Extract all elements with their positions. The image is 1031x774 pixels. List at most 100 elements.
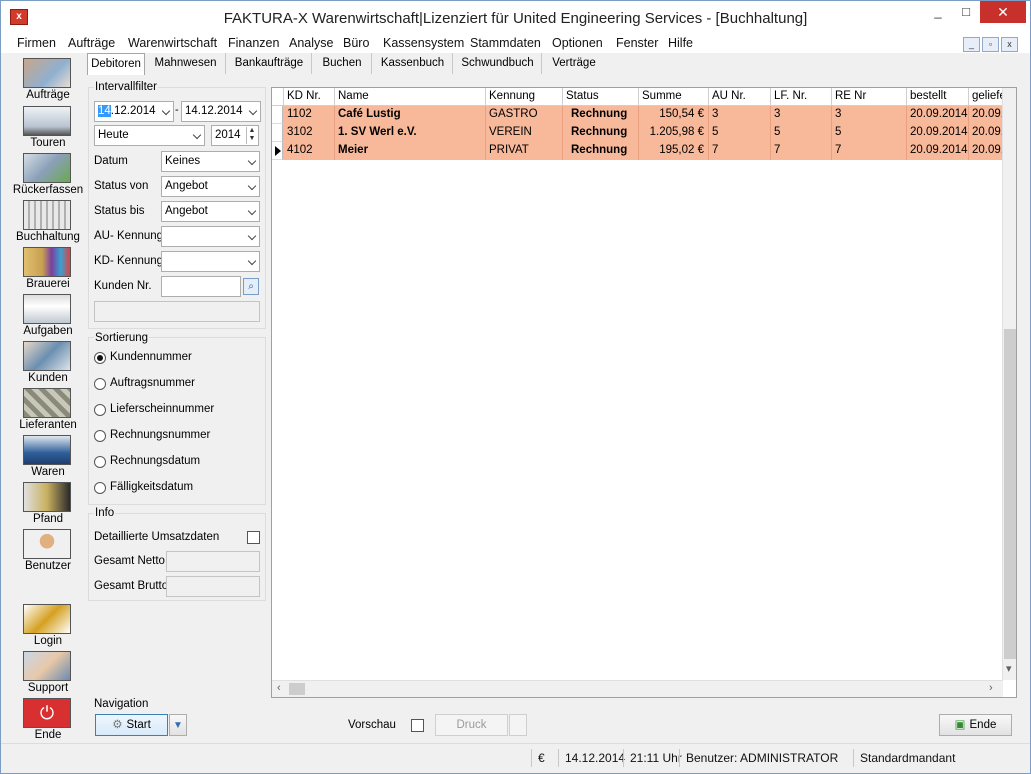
- toolbar-kunden-button[interactable]: Kunden: [3, 339, 89, 385]
- sort-radio-rechnungsnummer[interactable]: [94, 430, 106, 442]
- scroll-right-arrow-icon[interactable]: ›: [989, 682, 993, 694]
- datum-select[interactable]: Keines: [161, 151, 260, 172]
- toolbar-brauerei-button[interactable]: Brauerei: [3, 245, 89, 291]
- kunden-nr-input[interactable]: [161, 276, 241, 297]
- scroll-left-arrow-icon[interactable]: ‹: [277, 682, 281, 694]
- menu-finanzen[interactable]: Finanzen: [228, 36, 279, 50]
- close-button[interactable]: ✕: [980, 1, 1026, 23]
- toolbar-auftraege-button[interactable]: Aufträge: [3, 56, 89, 102]
- tab-buchen[interactable]: Buchen: [313, 53, 372, 74]
- vertical-scrollbar[interactable]: ▾: [1002, 88, 1016, 680]
- col-header-lf-nr[interactable]: LF. Nr.: [771, 88, 832, 106]
- mdi-close-icon[interactable]: x: [1001, 37, 1018, 52]
- table-row-current[interactable]: 4102 Meier PRIVAT Rechnung 195,02 € 7 7 …: [272, 142, 1016, 160]
- end-button[interactable]: ▣ Ende: [939, 714, 1012, 736]
- return-truck-icon: [23, 153, 71, 183]
- period-select[interactable]: Heute: [94, 125, 205, 146]
- sort-label-rechnungsdatum: Rechnungsdatum: [110, 455, 201, 467]
- toolbar-aufgaben-button[interactable]: Aufgaben: [3, 292, 89, 338]
- toolbar-login-button[interactable]: Login: [3, 602, 89, 648]
- chevron-down-icon[interactable]: [162, 107, 171, 116]
- col-header-name[interactable]: Name: [335, 88, 486, 106]
- sort-radio-kundennummer[interactable]: [94, 352, 106, 364]
- sort-radio-rechnungsdatum[interactable]: [94, 456, 106, 468]
- toolbar-rueckerfassen-button[interactable]: Rückerfassen: [3, 151, 89, 197]
- row-indicator[interactable]: [272, 106, 283, 124]
- customer-service-icon: [23, 58, 71, 88]
- toolbar-buchhaltung-button[interactable]: Buchhaltung: [3, 198, 89, 244]
- tab-mahnwesen[interactable]: Mahnwesen: [146, 53, 226, 74]
- col-header-re-nr[interactable]: RE Nr: [832, 88, 907, 106]
- horizontal-scrollbar[interactable]: ‹ ›: [272, 680, 1003, 697]
- menu-kassensystem[interactable]: Kassensystem: [383, 36, 464, 50]
- sort-radio-lieferscheinnummer[interactable]: [94, 404, 106, 416]
- detail-umsatz-checkbox[interactable]: [247, 531, 260, 544]
- chevron-down-icon[interactable]: [248, 157, 257, 166]
- spinner-arrows-icon[interactable]: ▲ ▼: [246, 127, 257, 144]
- kd-kennung-select[interactable]: [161, 251, 260, 272]
- tab-kassenbuch[interactable]: Kassenbuch: [373, 53, 453, 74]
- debitoren-grid[interactable]: KD Nr. Name Kennung Status Summe AU Nr. …: [271, 87, 1017, 698]
- toolbar-lieferanten-button[interactable]: Lieferanten: [3, 386, 89, 432]
- chevron-down-icon[interactable]: [248, 257, 257, 266]
- horizontal-scroll-thumb[interactable]: [289, 683, 305, 695]
- mdi-minimize-icon[interactable]: _: [963, 37, 980, 52]
- menu-optionen[interactable]: Optionen: [552, 36, 603, 50]
- col-header-kd-nr[interactable]: KD Nr.: [284, 88, 335, 106]
- start-options-dropdown[interactable]: ▼: [169, 714, 187, 736]
- start-button[interactable]: ⚙ Start: [95, 714, 168, 736]
- menu-fenster[interactable]: Fenster: [616, 36, 658, 50]
- chevron-down-icon[interactable]: [249, 107, 258, 116]
- col-header-kennung[interactable]: Kennung: [486, 88, 563, 106]
- tab-vertraege[interactable]: Verträge: [543, 53, 605, 74]
- col-header-geliefert[interactable]: geliefe: [969, 88, 1002, 106]
- toolbar-support-button[interactable]: Support: [3, 649, 89, 695]
- print-button[interactable]: Druck: [435, 714, 508, 736]
- toolbar-pfand-button[interactable]: Pfand: [3, 480, 89, 526]
- minimize-button[interactable]: _: [923, 1, 953, 23]
- preview-checkbox[interactable]: [411, 719, 424, 732]
- year-spinner[interactable]: 2014 ▲ ▼: [211, 125, 259, 146]
- au-kennung-select[interactable]: [161, 226, 260, 247]
- date-to-field[interactable]: 14.12.2014: [181, 101, 261, 122]
- menu-warenwirtschaft[interactable]: Warenwirtschaft: [128, 36, 217, 50]
- maximize-button[interactable]: □: [951, 1, 981, 23]
- menu-stammdaten[interactable]: Stammdaten: [470, 36, 541, 50]
- row-indicator[interactable]: [272, 124, 283, 142]
- menu-firmen[interactable]: Firmen: [17, 36, 56, 50]
- tab-schwundbuch[interactable]: Schwundbuch: [454, 53, 542, 74]
- col-header-bestellt[interactable]: bestellt: [907, 88, 969, 106]
- menu-analyse[interactable]: Analyse: [289, 36, 333, 50]
- sort-radio-auftragsnummer[interactable]: [94, 378, 106, 390]
- truck-icon: [23, 106, 71, 136]
- cell-kennung: PRIVAT: [486, 142, 563, 160]
- date-from-field[interactable]: 14.12.2014: [94, 101, 174, 122]
- scroll-down-arrow-icon[interactable]: ▾: [1006, 662, 1012, 675]
- print-options-dropdown[interactable]: [509, 714, 527, 736]
- col-header-au-nr[interactable]: AU Nr.: [709, 88, 771, 106]
- chevron-down-icon[interactable]: [248, 232, 257, 241]
- row-indicator[interactable]: [272, 142, 283, 160]
- tab-debitoren[interactable]: Debitoren: [87, 53, 145, 75]
- status-bis-select[interactable]: Angebot: [161, 201, 260, 222]
- chevron-down-icon[interactable]: [248, 207, 257, 216]
- menu-buero[interactable]: Büro: [343, 36, 369, 50]
- tab-bankauftraege[interactable]: Bankaufträge: [227, 53, 312, 74]
- col-header-summe[interactable]: Summe: [639, 88, 709, 106]
- toolbar-waren-button[interactable]: Waren: [3, 433, 89, 479]
- chevron-down-icon[interactable]: [248, 182, 257, 191]
- col-header-status[interactable]: Status: [563, 88, 639, 106]
- table-row[interactable]: 3102 1. SV Werl e.V. VEREIN Rechnung 1.2…: [272, 124, 1016, 142]
- toolbar-touren-button[interactable]: Touren: [3, 104, 89, 150]
- vertical-scroll-thumb[interactable]: [1004, 329, 1016, 659]
- sort-radio-faelligkeitsdatum[interactable]: [94, 482, 106, 494]
- table-row[interactable]: 1102 Café Lustig GASTRO Rechnung 150,54 …: [272, 106, 1016, 124]
- toolbar-benutzer-button[interactable]: Benutzer: [3, 527, 89, 573]
- toolbar-ende-button[interactable]: ⏻ Ende: [3, 696, 89, 742]
- search-icon[interactable]: ⌕: [243, 278, 259, 295]
- mdi-restore-icon[interactable]: ▫: [982, 37, 999, 52]
- status-von-select[interactable]: Angebot: [161, 176, 260, 197]
- menu-auftraege[interactable]: Aufträge: [68, 36, 115, 50]
- chevron-down-icon[interactable]: [193, 131, 202, 140]
- menu-hilfe[interactable]: Hilfe: [668, 36, 693, 50]
